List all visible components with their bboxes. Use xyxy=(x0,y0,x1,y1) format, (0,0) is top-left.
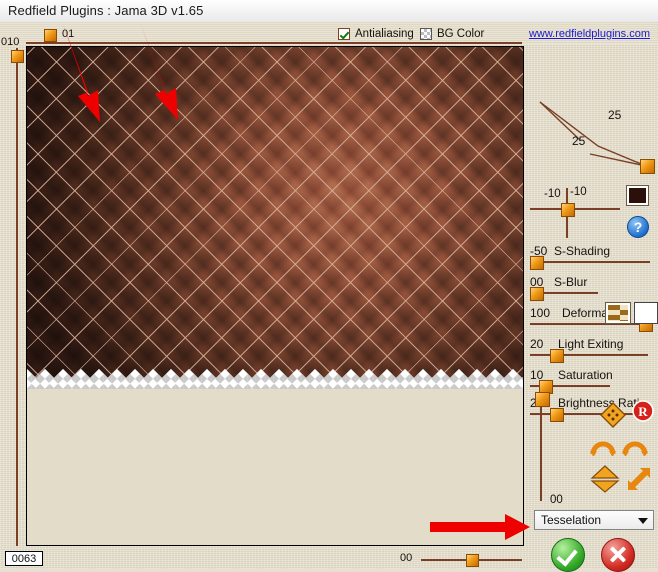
resize-diagonal-icon[interactable] xyxy=(626,466,652,492)
antialiasing-label: Antialiasing xyxy=(355,28,414,40)
bg-color-transparency-icon[interactable] xyxy=(420,28,432,40)
s-shading-label: S-Shading xyxy=(554,244,611,258)
angle-handle[interactable] xyxy=(640,159,655,174)
crosshair-handle[interactable] xyxy=(561,203,575,217)
tessellation-pattern xyxy=(27,47,523,381)
light-exiting-label: Light Exiting xyxy=(558,337,624,351)
brightness-ratio-handle[interactable] xyxy=(550,408,564,422)
bottom-slider-handle[interactable] xyxy=(466,554,479,567)
pattern-zigzag-edge xyxy=(27,368,523,398)
preview-empty-area xyxy=(27,389,523,545)
bg-color-checkbox[interactable]: BG Color xyxy=(420,28,484,40)
highlight-color-swatch[interactable] xyxy=(634,302,658,324)
angle-lines-svg xyxy=(539,101,647,167)
top-slider-label: 01 xyxy=(62,28,75,40)
antialiasing-checkbox[interactable]: Antialiasing xyxy=(338,28,414,40)
offset-crosshair-widget[interactable]: -10 -10 xyxy=(530,182,625,238)
registered-r-icon[interactable]: R xyxy=(632,400,654,422)
mode-select-value: Tesselation xyxy=(541,513,602,527)
left-slider-track[interactable] xyxy=(16,48,18,546)
antialiasing-check-icon[interactable] xyxy=(338,28,350,40)
top-slider-track[interactable] xyxy=(26,42,522,44)
light-exiting-value: 20 xyxy=(530,337,544,351)
svg-text:R: R xyxy=(638,404,648,419)
flip-vertical-icon[interactable] xyxy=(590,464,620,494)
s-blur-label: S-Blur xyxy=(554,275,588,289)
ok-button[interactable] xyxy=(551,538,585,572)
shadow-color-swatch[interactable] xyxy=(626,185,649,206)
deformation-value: 100 xyxy=(530,306,551,320)
chevron-down-icon[interactable] xyxy=(638,518,648,524)
light-exiting-track[interactable] xyxy=(530,354,648,356)
left-slider-label: 010 xyxy=(1,36,20,48)
offset-value-x: -10 xyxy=(544,188,561,200)
angle-value-a: 25 xyxy=(608,108,622,122)
light-exiting-handle[interactable] xyxy=(550,349,564,363)
angle-value-b: 25 xyxy=(572,134,586,148)
mode-select-dropdown[interactable]: Tesselation xyxy=(534,510,654,530)
website-link[interactable]: www.redfieldplugins.com xyxy=(529,28,650,40)
right-control-panel: 25 25 -10 -10 ? -50 S-Shading 00 S-Blur xyxy=(528,44,658,572)
saturation-label: Saturation xyxy=(558,368,613,382)
pattern-swatch[interactable] xyxy=(605,302,631,324)
brightness-ratio-track[interactable] xyxy=(530,413,648,415)
rotate-right-icon[interactable] xyxy=(622,434,648,456)
title-bar: Redfield Plugins : Jama 3D v1.65 xyxy=(0,0,658,23)
s-shading-handle[interactable] xyxy=(530,256,544,270)
offset-value-y: -10 xyxy=(570,186,587,198)
crosshair-horizontal-axis xyxy=(530,208,620,210)
vertical-slider-label: 00 xyxy=(550,494,563,506)
rotate-left-icon[interactable] xyxy=(590,434,616,456)
bottom-slider-label: 00 xyxy=(400,552,413,564)
deformation-track[interactable] xyxy=(530,323,650,325)
left-slider-handle[interactable] xyxy=(11,50,24,63)
status-value-box: 0063 xyxy=(5,551,43,566)
vertical-slider-handle[interactable] xyxy=(535,392,550,407)
pattern-stitch-lines xyxy=(27,47,523,381)
s-blur-handle[interactable] xyxy=(530,287,544,301)
light-angle-widget[interactable]: 25 25 xyxy=(530,44,656,179)
window-title: Redfield Plugins : Jama 3D v1.65 xyxy=(8,3,204,18)
cancel-button[interactable] xyxy=(601,538,635,572)
vertical-slider-track[interactable] xyxy=(540,396,542,501)
s-shading-track[interactable] xyxy=(530,261,650,263)
jama3d-plugin-window: Redfield Plugins : Jama 3D v1.65 01 Anti… xyxy=(0,0,658,572)
preview-canvas[interactable] xyxy=(26,46,524,546)
top-slider-handle[interactable] xyxy=(44,29,57,42)
bg-color-label: BG Color xyxy=(437,28,485,40)
help-icon[interactable]: ? xyxy=(627,216,649,238)
move-diamond-icon[interactable] xyxy=(600,402,626,428)
